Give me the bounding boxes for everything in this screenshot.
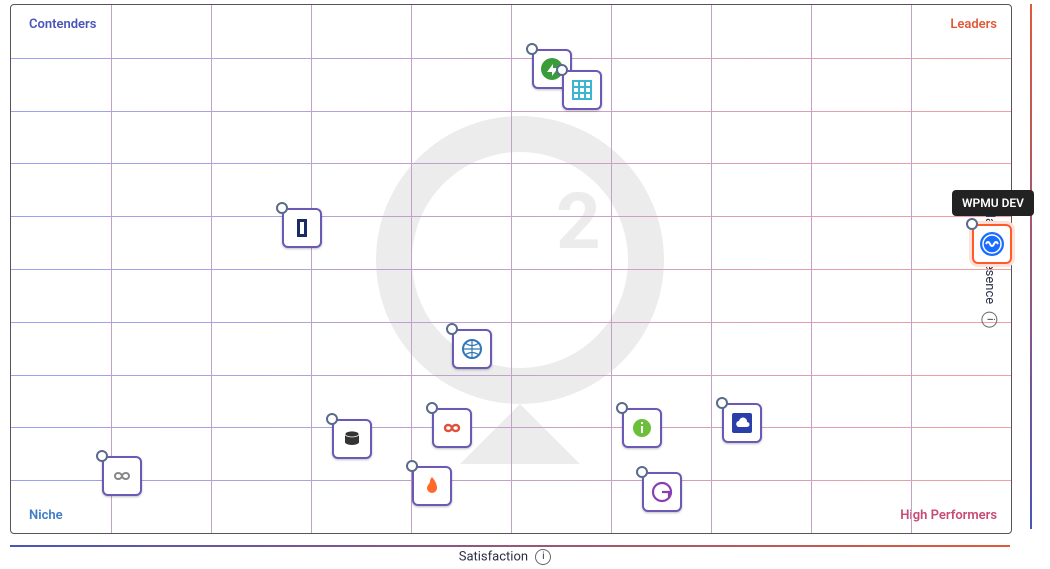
- chip-managewp[interactable]: [452, 329, 492, 369]
- chip-wpmu-dev[interactable]: [972, 224, 1012, 264]
- x-axis: Satisfaction i: [0, 549, 1010, 567]
- chip-blogvault[interactable]: [722, 403, 762, 443]
- chip-instawp[interactable]: [622, 408, 662, 448]
- chip-gravity[interactable]: [642, 472, 682, 512]
- chip-sucuri[interactable]: [562, 70, 602, 110]
- info-icon[interactable]: i: [535, 549, 551, 565]
- info-icon[interactable]: i: [982, 311, 998, 327]
- x-axis-label: Satisfaction: [459, 549, 528, 564]
- chip-wp-reset[interactable]: [432, 408, 472, 448]
- chip-wp-rocket[interactable]: [412, 466, 452, 506]
- grid-chart: 2 Contenders Leaders Niche High Performe…: [0, 0, 1050, 569]
- tooltip: WPMU DEV: [952, 190, 1034, 216]
- chip-infinitewp[interactable]: [102, 456, 142, 496]
- quadrant-label-leaders: Leaders: [950, 17, 997, 32]
- quadrant-label-niche: Niche: [29, 508, 63, 523]
- chip-ithemes[interactable]: [282, 208, 322, 248]
- y-axis: Market Presence i: [1030, 4, 1048, 529]
- chip-updraftplus[interactable]: [332, 419, 372, 459]
- quadrant-grid: Contenders Leaders Niche High Performers: [10, 4, 1012, 534]
- quadrant-label-high-performers: High Performers: [900, 508, 997, 523]
- quadrant-label-contenders: Contenders: [29, 17, 96, 32]
